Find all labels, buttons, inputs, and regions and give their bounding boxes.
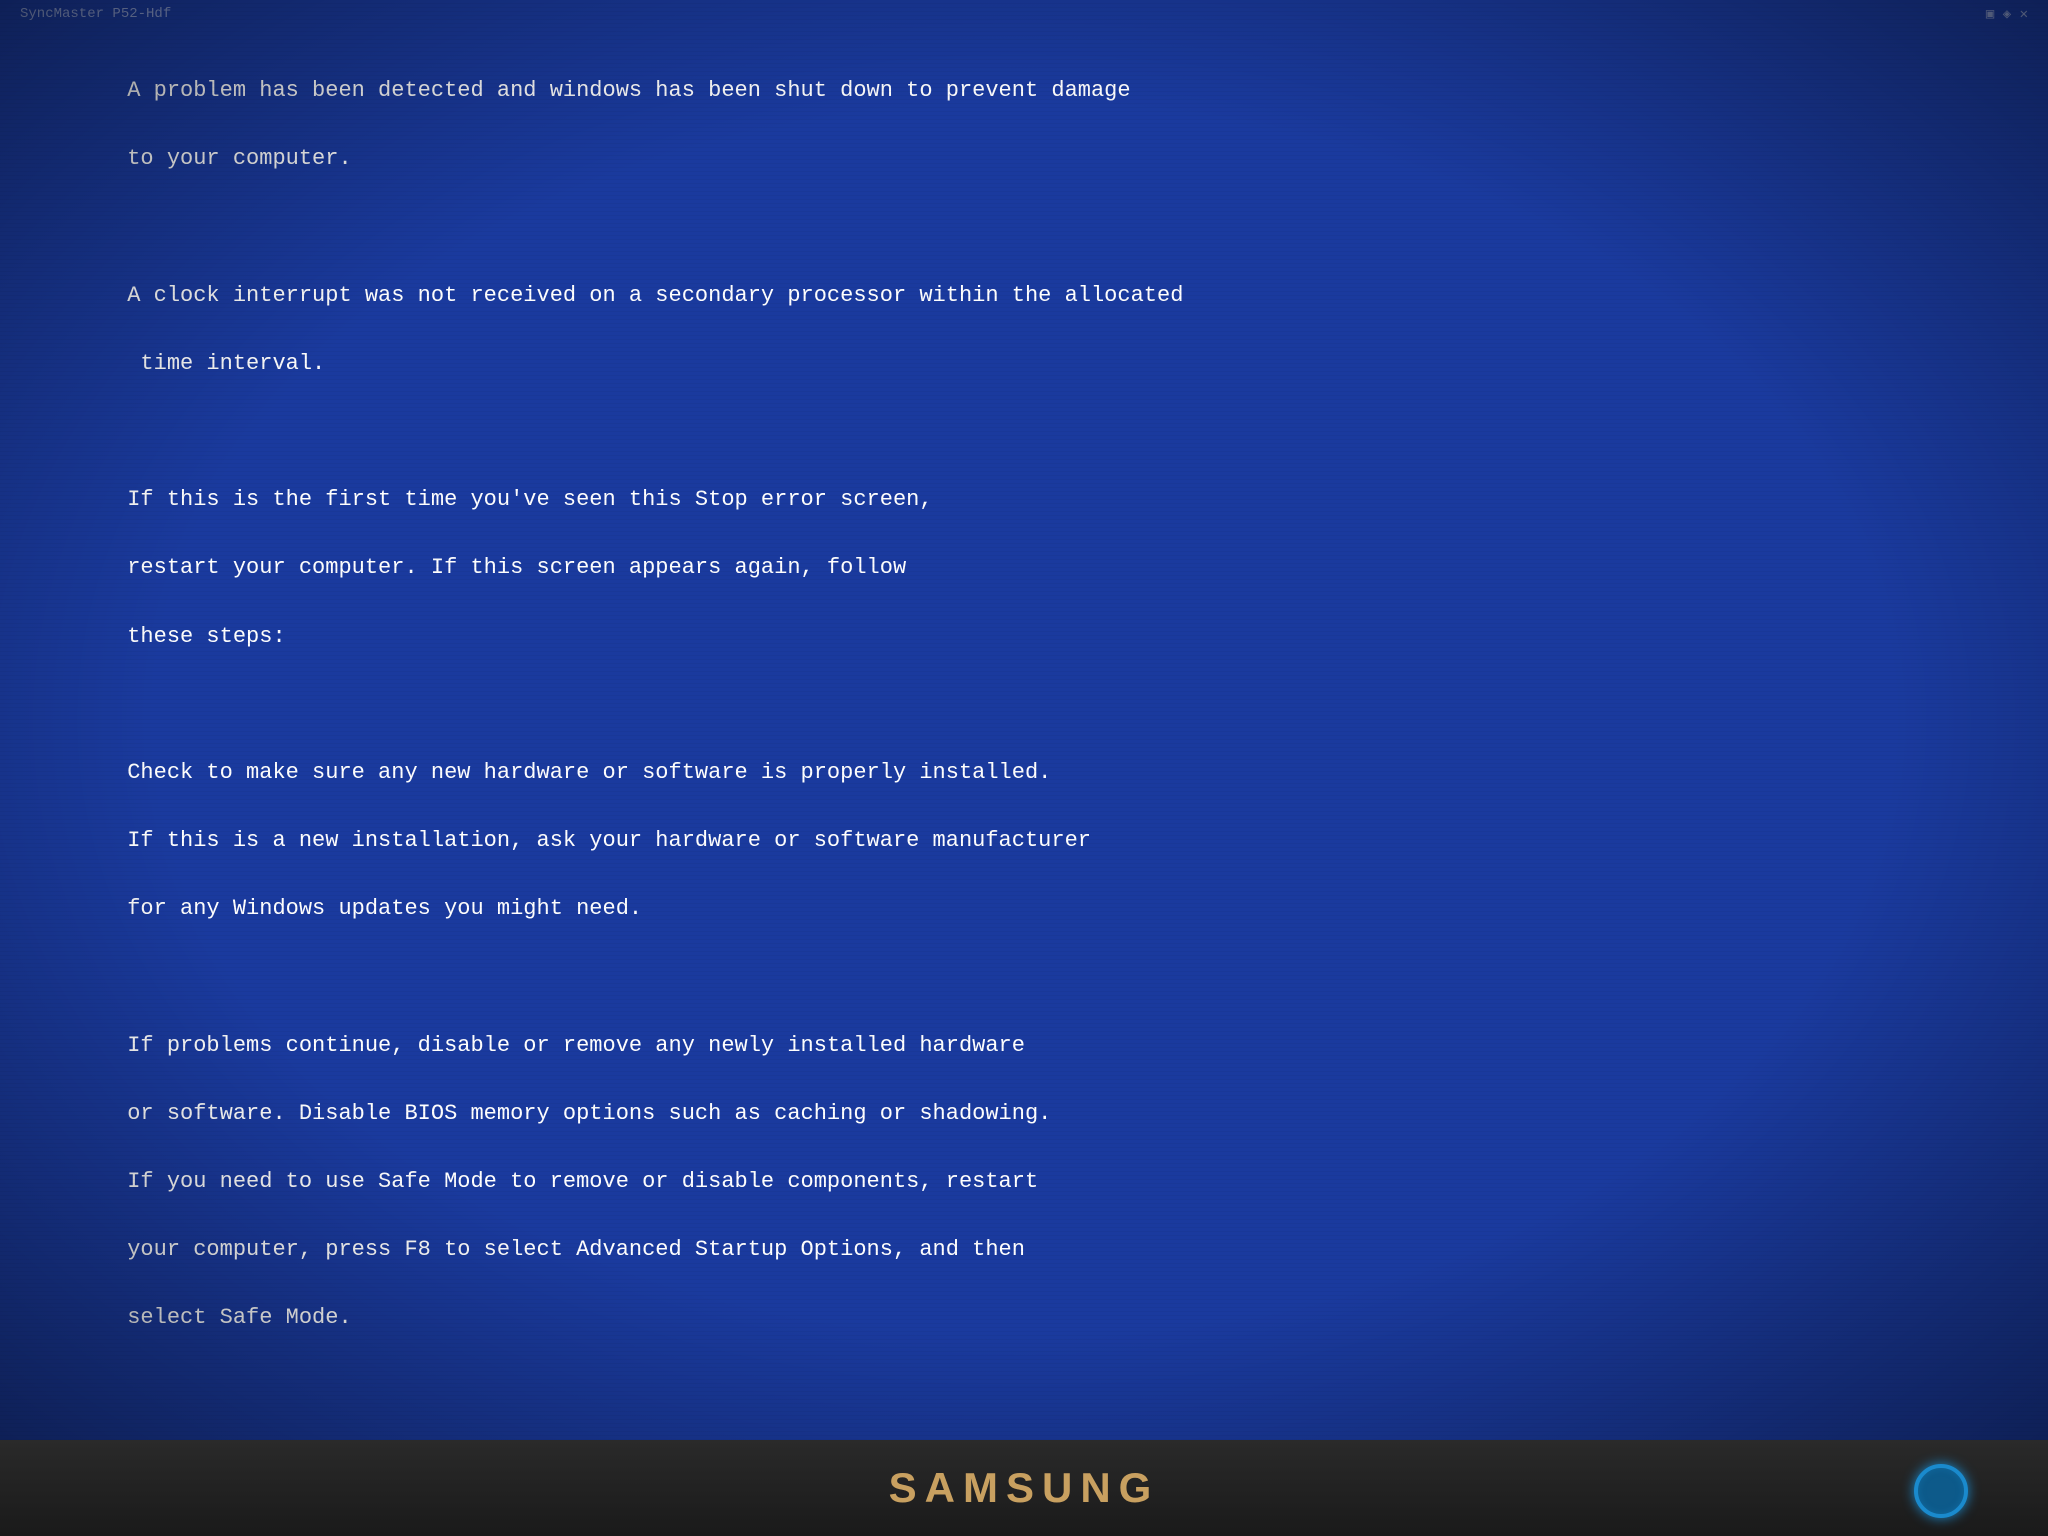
monitor-title-text: SyncMaster P52-Hdf	[20, 6, 171, 22]
monitor-icons-text: ▣ ◈ ✕	[1986, 6, 2028, 23]
bsod-line19: select Safe Mode.	[127, 1305, 351, 1330]
bsod-line4: A clock interrupt was not received on a …	[127, 283, 1183, 308]
bsod-line13: for any Windows updates you might need.	[127, 896, 642, 921]
bsod-line5: time interval.	[127, 351, 325, 376]
bsod-line1: A problem has been detected and windows …	[127, 78, 1130, 103]
bsod-line12: If this is a new installation, ask your …	[127, 828, 1091, 853]
bsod-screen: SyncMaster P52-Hdf ▣ ◈ ✕ A problem has b…	[0, 0, 2048, 1440]
bsod-line11: Check to make sure any new hardware or s…	[127, 760, 1051, 785]
bsod-line7: If this is the first time you've seen th…	[127, 487, 932, 512]
bsod-content: A problem has been detected and windows …	[48, 40, 2000, 1440]
bsod-line17: If you need to use Safe Mode to remove o…	[127, 1169, 1038, 1194]
bsod-line9: these steps:	[127, 624, 285, 649]
monitor-bezel-bottom: SAMSUNG	[0, 1440, 2048, 1536]
power-button[interactable]	[1914, 1464, 1968, 1518]
bsod-line15: If problems continue, disable or remove …	[127, 1033, 1025, 1058]
bsod-line18: your computer, press F8 to select Advanc…	[127, 1237, 1025, 1262]
brand-label: SAMSUNG	[889, 1464, 1160, 1512]
monitor-outer: SyncMaster P52-Hdf ▣ ◈ ✕ A problem has b…	[0, 0, 2048, 1536]
bsod-line2: to your computer.	[127, 146, 351, 171]
bsod-line16: or software. Disable BIOS memory options…	[127, 1101, 1051, 1126]
bsod-line8: restart your computer. If this screen ap…	[127, 555, 906, 580]
